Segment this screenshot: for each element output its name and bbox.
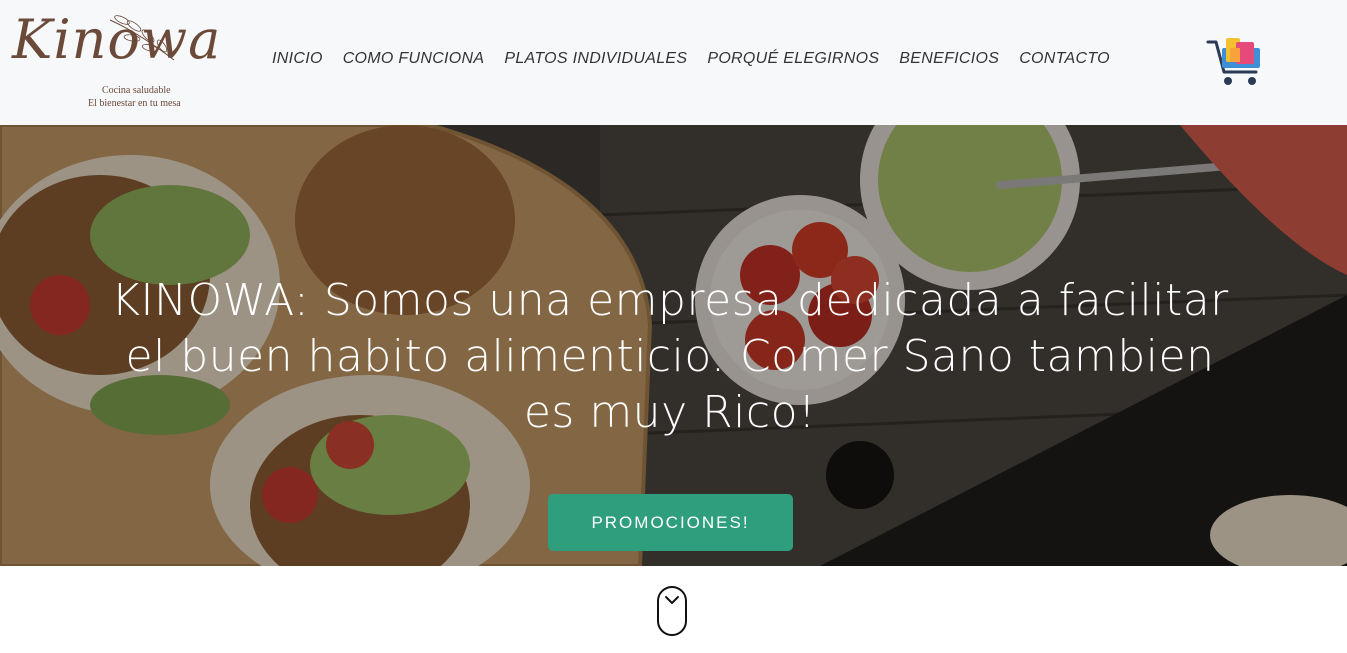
kinowa-logo[interactable]: Kinowa Cocina saludable El bienestar en …: [12, 8, 220, 116]
nav-item-porque-elegirnos[interactable]: PORQUÉ ELEGIRNOS: [707, 50, 879, 72]
site-header: Kinowa Cocina saludable El bienestar en …: [0, 0, 1347, 125]
promociones-button[interactable]: PROMOCIONES!: [548, 494, 793, 551]
scroll-down-mouse-icon[interactable]: [656, 586, 688, 642]
nav-item-beneficios[interactable]: BENEFICIOS: [899, 50, 999, 72]
logo-tagline-2: El bienestar en tu mesa: [88, 98, 181, 109]
leaf-sprig-icon: [109, 15, 175, 61]
hero-banner: KINOWA: Somos una empresa dedicada a fac…: [0, 125, 1347, 566]
nav-item-contacto[interactable]: CONTACTO: [1019, 50, 1110, 72]
main-nav: INICIO COMO FUNCIONA PLATOS INDIVIDUALES…: [272, 50, 1130, 72]
nav-item-como-funciona[interactable]: COMO FUNCIONA: [343, 50, 485, 72]
logo-tagline-1: Cocina saludable: [102, 85, 171, 96]
nav-item-inicio[interactable]: INICIO: [272, 50, 323, 72]
nav-item-platos-individuales[interactable]: PLATOS INDIVIDUALES: [504, 50, 687, 72]
hero-title: KINOWA: Somos una empresa dedicada a fac…: [111, 275, 1229, 438]
shopping-cart-icon[interactable]: [1206, 36, 1266, 90]
